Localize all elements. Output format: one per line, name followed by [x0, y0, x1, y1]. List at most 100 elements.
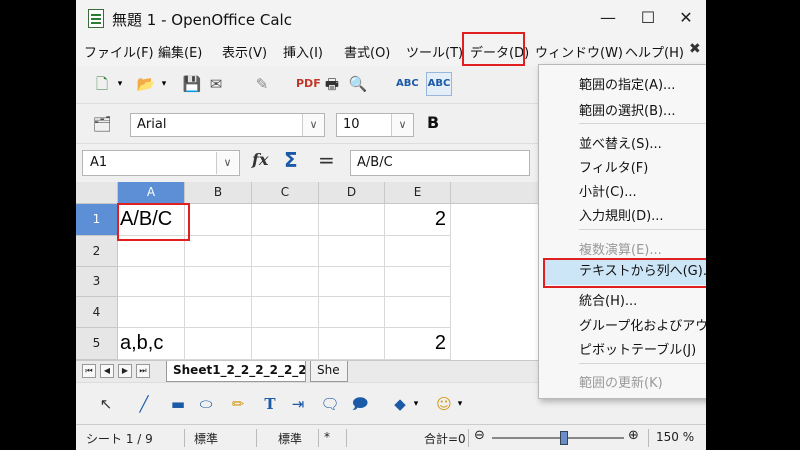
last-sheet-icon[interactable]: ⏭	[136, 364, 150, 378]
column-header-e[interactable]: E	[385, 182, 451, 204]
styles-icon[interactable]: 🗂	[92, 114, 112, 134]
row-header-4[interactable]: 4	[76, 297, 118, 328]
row-header-3[interactable]: 3	[76, 267, 118, 297]
cell-e4[interactable]	[385, 297, 451, 328]
zoom-out-icon[interactable]: ⊖	[474, 428, 485, 443]
menu-window[interactable]: ウィンドウ(W)	[535, 42, 623, 61]
cell-c5[interactable]	[252, 328, 319, 360]
menu-format[interactable]: 書式(O)	[344, 42, 390, 61]
sheet-tab-next[interactable]: She	[310, 361, 348, 382]
cell-b3[interactable]	[185, 267, 252, 297]
name-box[interactable]: A1 ∨	[82, 150, 240, 176]
select-all-corner[interactable]	[76, 182, 118, 204]
column-header-c[interactable]: C	[252, 182, 319, 204]
cell-a4[interactable]	[118, 297, 185, 328]
cell-b2[interactable]	[185, 236, 252, 267]
callout-2-icon[interactable]: 🗩	[350, 394, 370, 414]
cell-a3[interactable]	[118, 267, 185, 297]
zoom-level[interactable]: 150 %	[656, 430, 694, 444]
menu-item-group-outline[interactable]: グループ化およびアウトライン(I)	[579, 315, 706, 334]
cell-e3[interactable]	[385, 267, 451, 297]
cell-c2[interactable]	[252, 236, 319, 267]
sum-icon[interactable]: Σ	[284, 148, 298, 172]
menu-item-define-range[interactable]: 範囲の指定(A)...	[579, 74, 675, 93]
cell-d1[interactable]	[319, 204, 385, 236]
name-box-dropdown-icon[interactable]: ∨	[216, 152, 238, 174]
maximize-button[interactable]: ☐	[628, 4, 668, 32]
column-header-d[interactable]: D	[319, 182, 385, 204]
cell-c4[interactable]	[252, 297, 319, 328]
column-header-b[interactable]: B	[185, 182, 252, 204]
row-header-5[interactable]: 5	[76, 328, 118, 360]
zoom-in-icon[interactable]: ⊕	[628, 428, 639, 443]
close-document-icon[interactable]: ✖	[689, 41, 701, 57]
previous-sheet-icon[interactable]: ◀	[100, 364, 114, 378]
symbol-shapes-dropdown-icon[interactable]: ▾	[450, 394, 470, 414]
text-icon[interactable]: T	[260, 394, 280, 414]
selection-mode[interactable]: 標準	[278, 430, 302, 447]
cell-b5[interactable]	[185, 328, 252, 360]
menu-item-subtotals[interactable]: 小計(C)...	[579, 181, 637, 200]
line-icon[interactable]: ╱	[134, 394, 154, 414]
page-style[interactable]: 標準	[194, 430, 218, 447]
cell-d5[interactable]	[319, 328, 385, 360]
formula-input[interactable]: A/B/C	[350, 150, 530, 176]
menu-tools[interactable]: ツール(T)	[406, 42, 463, 61]
bold-button[interactable]: B	[427, 113, 439, 132]
next-sheet-icon[interactable]: ▶	[118, 364, 132, 378]
menu-item-consolidate[interactable]: 統合(H)...	[579, 290, 637, 309]
row-header-1[interactable]: 1	[76, 204, 118, 236]
cell-b4[interactable]	[185, 297, 252, 328]
font-name-box[interactable]: Arial ∨	[130, 113, 325, 137]
menu-insert[interactable]: 挿入(I)	[283, 42, 323, 61]
cell-d2[interactable]	[319, 236, 385, 267]
menu-item-pivot-table[interactable]: ピボットテーブル(J)	[579, 339, 696, 358]
font-name-dropdown-icon[interactable]: ∨	[302, 114, 324, 136]
freeform-icon[interactable]: ✏	[228, 394, 248, 414]
font-size-box[interactable]: 10 ∨	[336, 113, 414, 137]
new-dropdown-icon[interactable]: ▾	[110, 74, 130, 94]
callout-line-icon[interactable]: ⇥	[288, 394, 308, 414]
print-icon[interactable]: 🖶	[322, 74, 342, 94]
cell-d4[interactable]	[319, 297, 385, 328]
open-dropdown-icon[interactable]: ▾	[154, 74, 174, 94]
cell-d3[interactable]	[319, 267, 385, 297]
menu-item-select-range[interactable]: 範囲の選択(B)...	[579, 100, 675, 119]
open-folder-icon[interactable]: 📂	[136, 74, 156, 94]
cell-c3[interactable]	[252, 267, 319, 297]
row-header-2[interactable]: 2	[76, 236, 118, 267]
column-header-a[interactable]: A	[118, 182, 185, 204]
basic-shapes-dropdown-icon[interactable]: ▾	[406, 394, 426, 414]
cell-e5[interactable]: 2	[385, 328, 451, 360]
ellipse-icon[interactable]: ⬭	[196, 394, 216, 414]
cell-e2[interactable]	[385, 236, 451, 267]
menu-item-sort[interactable]: 並べ替え(S)...	[579, 133, 662, 152]
export-pdf-icon[interactable]: PDF	[296, 74, 321, 94]
menu-view[interactable]: 表示(V)	[222, 42, 267, 61]
new-document-icon[interactable]: 🗋	[92, 74, 112, 94]
close-button[interactable]: ✕	[666, 4, 706, 32]
auto-spellcheck-icon[interactable]: ABC	[426, 72, 452, 96]
menu-item-validity[interactable]: 入力規則(D)...	[579, 205, 664, 224]
cell-e1[interactable]: 2	[385, 204, 451, 236]
function-icon[interactable]: =	[318, 148, 335, 172]
function-wizard-icon[interactable]: fx	[252, 150, 268, 169]
menu-file[interactable]: ファイル(F)	[84, 42, 154, 61]
zoom-slider-handle[interactable]	[560, 431, 568, 445]
select-arrow-icon[interactable]: ↖	[96, 394, 116, 414]
save-icon[interactable]: 💾	[182, 74, 202, 94]
email-icon[interactable]: ✉	[206, 74, 226, 94]
minimize-button[interactable]: —	[588, 4, 628, 32]
callout-icon[interactable]: 🗨	[320, 394, 340, 414]
zoom-slider-track[interactable]	[492, 437, 624, 439]
cell-c1[interactable]	[252, 204, 319, 236]
sheet-tab-active[interactable]: Sheet1_2_2_2_2_2_2	[166, 361, 306, 382]
menu-edit[interactable]: 編集(E)	[158, 42, 202, 61]
first-sheet-icon[interactable]: ⏮	[82, 364, 96, 378]
cell-a5[interactable]: a,b,c	[118, 328, 185, 360]
rectangle-icon[interactable]: ▬	[168, 394, 188, 414]
cell-b1[interactable]	[185, 204, 252, 236]
print-preview-icon[interactable]: 🔍	[348, 74, 368, 94]
edit-file-icon[interactable]: ✎	[252, 74, 272, 94]
menu-item-filter[interactable]: フィルタ(F)	[579, 157, 648, 176]
